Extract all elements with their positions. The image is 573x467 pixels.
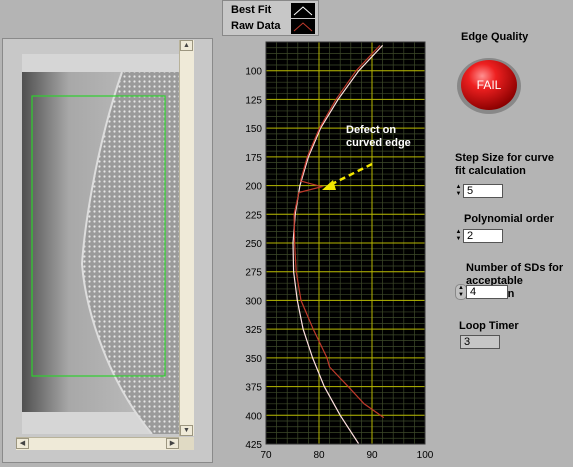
step-size-label-line1: Step Size for curve	[455, 152, 555, 164]
image-vertical-scrollbar[interactable]: ▲ ▼	[179, 40, 194, 436]
step-size-label-line2: fit calculation	[455, 165, 526, 177]
x-tick-label: 100	[417, 450, 434, 461]
camera-image	[22, 54, 179, 434]
y-tick-label: 200	[245, 182, 262, 193]
scroll-right-arrow-icon[interactable]: ▶	[166, 438, 179, 449]
x-tick-label: 70	[260, 450, 272, 461]
step-size-input[interactable]: 5	[463, 184, 503, 198]
y-tick-label: 225	[245, 210, 262, 221]
y-tick-label: 275	[245, 268, 262, 279]
loop-timer-indicator: 3	[460, 335, 500, 349]
edge-quality-status: FAIL	[476, 78, 502, 92]
y-tick-label: 375	[245, 383, 262, 394]
scroll-left-arrow-icon[interactable]: ◀	[16, 438, 29, 449]
num-sds-input[interactable]: 4	[466, 285, 508, 299]
y-tick-label: 350	[245, 354, 262, 365]
annotation-line1: Defect on	[346, 124, 397, 136]
defect-annotation: Defect on curved edge	[346, 124, 411, 150]
image-horizontal-scrollbar[interactable]: ◀ ▶	[16, 437, 179, 450]
legend-label-raw-data: Raw Data	[231, 20, 281, 32]
plot-legend: Best Fit Raw Data	[222, 0, 319, 36]
edge-quality-label: Edge Quality	[461, 31, 529, 43]
y-tick-label: 150	[245, 124, 262, 135]
y-tick-label: 175	[245, 153, 262, 164]
annotation-line2: curved edge	[346, 137, 411, 149]
x-tick-label: 80	[313, 450, 325, 461]
poly-order-spinner-icon[interactable]: ▲ ▼	[455, 229, 462, 243]
y-tick-label: 400	[245, 411, 262, 422]
xy-graph: 1001251501752002252502753003253503754004…	[245, 41, 434, 461]
camera-image-graphic	[22, 54, 179, 434]
num-sds-label-line1: Number of SDs for	[466, 262, 564, 274]
annotation-arrow	[322, 162, 373, 190]
scroll-down-arrow-icon[interactable]: ▼	[180, 425, 193, 436]
y-tick-label: 100	[245, 67, 262, 78]
y-tick-label: 250	[245, 239, 262, 250]
poly-order-input[interactable]: 2	[463, 229, 503, 243]
y-tick-label: 300	[245, 296, 262, 307]
poly-order-label: Polynomial order	[464, 213, 554, 225]
legend-swatch-best-fit[interactable]	[291, 3, 315, 18]
x-tick-label: 90	[366, 450, 378, 461]
step-size-label: Step Size for curve fit calculation	[455, 152, 554, 178]
edge-quality-indicator: FAIL	[456, 55, 522, 115]
legend-swatch-raw-data[interactable]	[291, 19, 315, 34]
scroll-corner	[179, 437, 194, 450]
loop-timer-label: Loop Timer	[459, 320, 519, 332]
step-size-spinner-icon[interactable]: ▲ ▼	[455, 184, 462, 198]
y-tick-label: 125	[245, 95, 262, 106]
y-tick-label: 325	[245, 325, 262, 336]
legend-label-best-fit: Best Fit	[231, 4, 272, 16]
scroll-up-arrow-icon[interactable]: ▲	[180, 40, 193, 51]
